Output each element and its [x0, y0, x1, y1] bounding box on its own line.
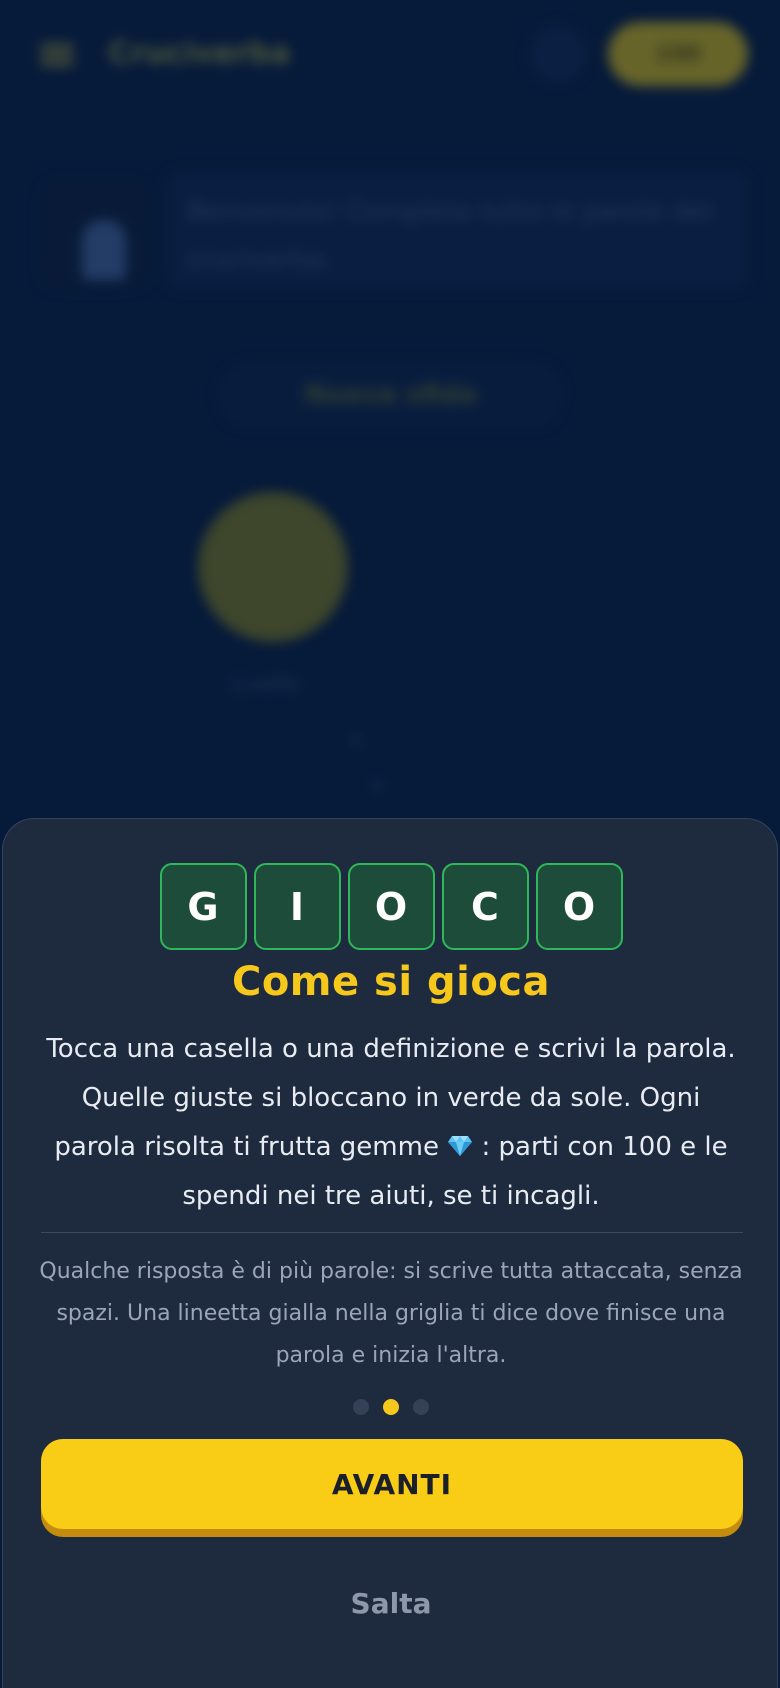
divider [41, 1232, 743, 1233]
page-dot-active [383, 1399, 399, 1415]
next-button[interactable]: AVANTI [41, 1439, 743, 1529]
skip-button[interactable]: Salta [291, 1575, 491, 1631]
page-indicator [3, 1399, 779, 1415]
letter-tile: O [535, 863, 623, 950]
page-dot [413, 1399, 429, 1415]
info-card: Benvenuto! Completa tutte le parole del … [30, 170, 750, 290]
screen: Cruciverba 100 Benvenuto! Completa tutte… [0, 0, 780, 1688]
letter-tile: O [347, 863, 435, 950]
app-header: Cruciverba 100 [0, 0, 780, 110]
sheet-title: Come si gioca [231, 959, 551, 1005]
gem-icon [447, 1125, 473, 1156]
info-bubble: Benvenuto! Completa tutte le parole del … [165, 170, 750, 290]
how-to-play-sheet: G I O C O Come si gioca Tocca una casell… [2, 818, 778, 1688]
instructions-text: Tocca una casella o una definizione e sc… [39, 1025, 743, 1221]
app-title: Cruciverba [108, 36, 291, 71]
level-caption: Livello [230, 672, 301, 697]
help-button [528, 24, 588, 84]
menu-icon [40, 44, 74, 66]
letter-tile: I [253, 863, 341, 950]
page-dot [353, 1399, 369, 1415]
action-pill: Nuova sfida [218, 362, 563, 428]
gem-counter: 100 [608, 22, 748, 86]
avatar [40, 180, 150, 290]
word-tiles: G I O C O [3, 863, 779, 950]
letter-tile: C [441, 863, 529, 950]
level-circle [198, 492, 348, 642]
letter-tile: G [159, 863, 247, 950]
multiword-note: Qualche risposta è di più parole: si scr… [39, 1259, 743, 1368]
